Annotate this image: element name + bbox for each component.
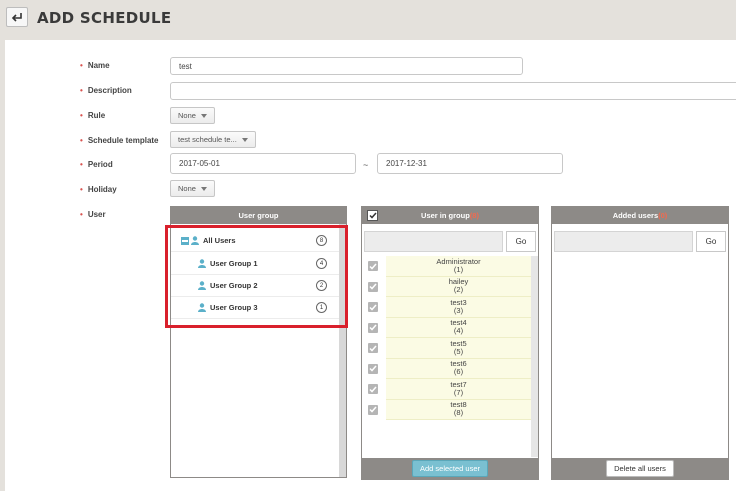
user-checkbox[interactable] — [368, 302, 378, 312]
user-checkbox[interactable] — [368, 343, 378, 353]
user-cell: hailey (2) — [386, 276, 531, 297]
return-arrow-icon — [11, 13, 22, 22]
user-row[interactable]: test8 (8) — [362, 399, 531, 420]
user-id: (6) — [453, 367, 464, 377]
user-checkbox[interactable] — [368, 322, 378, 333]
user-cell: Administrator (1) — [386, 256, 531, 277]
user-row[interactable]: test4 (4) — [362, 317, 531, 338]
user-in-group-header: User in group (8) — [362, 207, 538, 224]
check-icon — [368, 212, 377, 219]
schedule-template-select[interactable]: test schedule te... — [170, 131, 256, 148]
user-in-group-panel: User in group (8) Go Administrator (1) hail… — [361, 206, 539, 480]
added-users-search-go-button[interactable]: Go — [696, 231, 726, 252]
check-icon — [369, 406, 377, 413]
user-cell: test4 (4) — [386, 317, 531, 338]
chevron-down-icon — [200, 186, 207, 191]
highlight-box — [165, 225, 348, 328]
user-cell: test3 (3) — [386, 297, 531, 318]
user-label: • User — [80, 210, 106, 219]
check-icon — [369, 283, 377, 290]
rule-label: • Rule — [80, 111, 106, 120]
user-checkbox[interactable] — [368, 363, 378, 374]
page-header: ADD SCHEDULE — [0, 0, 736, 38]
user-cell: test7 (7) — [386, 379, 531, 400]
user-id: (4) — [453, 326, 464, 336]
period-start-input[interactable]: 2017-05-01 — [170, 153, 356, 174]
user-search-input[interactable] — [364, 231, 503, 252]
user-cell: test5 (5) — [386, 338, 531, 359]
user-search-go-button[interactable]: Go — [506, 231, 536, 252]
added-users-header: Added users (0) — [552, 207, 728, 224]
page-title: ADD SCHEDULE — [37, 9, 172, 27]
user-group-header: User group — [171, 207, 346, 224]
user-id: (2) — [453, 285, 464, 295]
check-icon — [369, 263, 377, 270]
added-users-panel: Added users (0) Go Delete all users — [551, 206, 729, 480]
user-list: Administrator (1) hailey (2) test3 (3) test4 (4… — [362, 256, 531, 461]
holiday-label: • Holiday — [80, 185, 117, 194]
user-checkbox[interactable] — [368, 281, 378, 292]
rule-select[interactable]: None — [170, 107, 215, 124]
user-cell: test6 (6) — [386, 358, 531, 379]
added-users-search-row: Go — [554, 231, 726, 252]
check-icon — [369, 386, 377, 393]
user-id: (8) — [453, 408, 464, 418]
period-label: • Period — [80, 160, 113, 169]
user-search-row: Go — [364, 231, 536, 252]
name-label: • Name — [80, 61, 110, 70]
added-users-search-input[interactable] — [554, 231, 693, 252]
user-checkbox[interactable] — [368, 404, 378, 415]
chevron-down-icon — [200, 113, 207, 118]
user-checkbox[interactable] — [368, 261, 378, 271]
scrollbar[interactable] — [531, 256, 538, 457]
name-input[interactable]: test — [170, 57, 523, 75]
added-users-footer: Delete all users — [552, 458, 728, 479]
description-label: • Description — [80, 86, 132, 95]
user-row[interactable]: test5 (5) — [362, 338, 531, 359]
period-end-input[interactable]: 2017-12-31 — [377, 153, 563, 174]
add-selected-user-button[interactable]: Add selected user — [411, 460, 489, 477]
back-button[interactable] — [6, 7, 28, 27]
user-cell: test8 (8) — [386, 399, 531, 420]
check-icon — [369, 304, 377, 311]
check-icon — [369, 345, 377, 352]
chevron-down-icon — [241, 137, 248, 142]
user-row[interactable]: hailey (2) — [362, 276, 531, 297]
holiday-select[interactable]: None — [170, 180, 215, 197]
user-in-group-footer: Add selected user — [362, 458, 538, 479]
user-checkbox[interactable] — [368, 384, 378, 394]
period-separator: ~ — [363, 160, 369, 170]
check-icon — [369, 324, 377, 331]
description-input[interactable] — [170, 82, 736, 100]
user-id: (3) — [453, 305, 464, 315]
user-row[interactable]: test3 (3) — [362, 297, 531, 318]
delete-all-users-button[interactable]: Delete all users — [606, 460, 674, 477]
user-id: (5) — [453, 346, 464, 356]
user-id: (7) — [453, 387, 464, 397]
user-row[interactable]: Administrator (1) — [362, 256, 531, 277]
user-id: (1) — [453, 264, 464, 274]
select-all-checkbox[interactable] — [367, 210, 378, 221]
user-row[interactable]: test6 (6) — [362, 358, 531, 379]
check-icon — [369, 365, 377, 372]
user-row[interactable]: test7 (7) — [362, 379, 531, 400]
schedule-template-label: • Schedule template — [80, 136, 159, 145]
